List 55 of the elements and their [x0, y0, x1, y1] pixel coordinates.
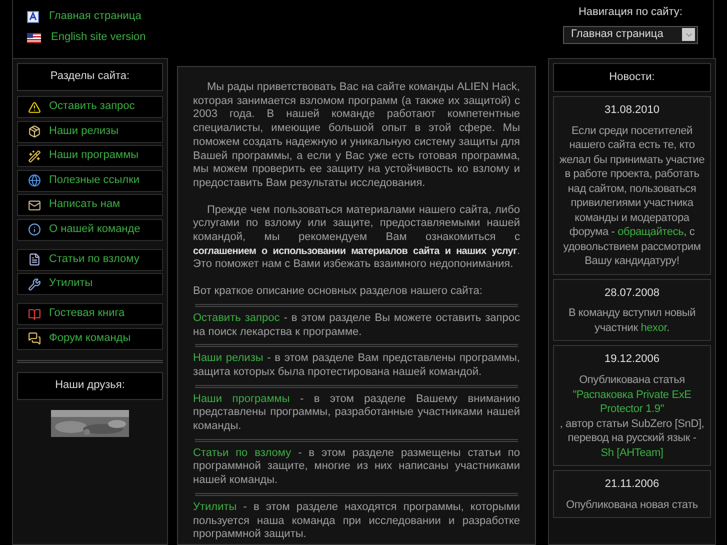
section-description: Оставить запрос - в этом разделе Вы можете оставить запрос на поиск лекарства к программе.: [193, 312, 520, 340]
top-link[interactable]: Главная страница: [49, 10, 142, 24]
section-description: Наши программы - в этом разделе Вашему вниманию представлены программы, разработанные участниками нашей команды.: [193, 392, 520, 434]
overview-text: Вот краткое описание основных разделов нашего сайта:: [193, 285, 484, 299]
news-date: 21.11.2006: [604, 478, 660, 492]
menu-item[interactable]: Утилиты: [17, 273, 163, 295]
menu-item[interactable]: Гостевая книга: [17, 303, 163, 325]
menu-item[interactable]: Статьи по взлому: [17, 248, 163, 270]
wand-icon: [28, 150, 41, 162]
news-date: 31.08.2010: [604, 104, 660, 118]
menu-item[interactable]: Форум команды: [17, 328, 163, 350]
book-icon: [28, 308, 41, 320]
globe-icon: [28, 174, 41, 187]
document-icon: [28, 253, 41, 266]
wrench-icon: [28, 278, 41, 290]
section-link[interactable]: Наши программы: [193, 392, 290, 405]
navigation-select[interactable]: Главная страница: [563, 26, 698, 44]
news-text: Опубликована новая стать: [566, 498, 698, 512]
section-description: Утилиты - в этом разделе находятся программы, которыми пользуется наша команда при исследовании и разработке программной защиты.: [193, 500, 520, 542]
section-header: Разделы сайта:: [17, 63, 163, 91]
menu-item[interactable]: Наши релизы: [17, 120, 163, 142]
text-link[interactable]: обращайтесь: [618, 226, 684, 238]
navigation-label: Навигация по сайту:: [578, 6, 682, 20]
intro-paragraph: Мы рады приветствовать Вас на сайте команды ALIEN Hack, которая занимается взломом программ (а также их защитой) с 2003 года. В нашей команде работают компетентные специалисты, имеющие большой опыт в этой сфере. Мы поможем создать надежную и уникальную систему защиты для Вашей программы, а если у Вас уже есть готовая программа, мы можем проверить ее защиту на устойчивость ко взлому и предоставить Вам результаты исследования.: [193, 81, 520, 191]
news-header: Новости:: [553, 63, 711, 92]
flag-icon: [27, 32, 41, 43]
top-link[interactable]: English site version: [51, 30, 146, 44]
section-link[interactable]: Оставить запрос: [193, 312, 280, 324]
package-icon: [28, 125, 41, 138]
news-text: В команду вступил новый участник hexor.: [567, 306, 697, 336]
section-link[interactable]: Наши релизы: [193, 352, 264, 364]
text-link[interactable]: hexor: [640, 322, 667, 334]
news-text: Опубликована статья "Распаковка Private ExE Protector 1.9" , автор статьи SubZero [SnD], перевод на русский язык - Sh [AHTeam]: [557, 373, 707, 460]
text-link[interactable]: "Распаковка Private ExE Protector 1.9": [557, 388, 707, 417]
text-link[interactable]: Sh [AHTeam]: [600, 446, 664, 459]
letter-page-icon: [27, 10, 39, 23]
news-text: Если среди посетителей нашего сайта есть те, кто желал бы принимать участие в работе проекта, работать над сайтом, пользоваться привилегиями участника команды и модератора форума - обращайтесь, с удовольствием рассмотрим Вашу кандидатуру!: [558, 124, 706, 269]
section-link[interactable]: Утилиты: [193, 500, 237, 513]
menu-item[interactable]: О нашей команде: [17, 218, 163, 240]
section-link[interactable]: Статьи по взлому: [193, 446, 292, 459]
menu-item[interactable]: Наши программы: [17, 145, 163, 167]
info-icon: [28, 223, 41, 236]
menu-item[interactable]: Полезные ссылки: [17, 170, 163, 192]
text-link[interactable]: соглашением о использовании материалов сайта и наших услуг: [193, 246, 517, 257]
intro-paragraph: Прежде чем пользоваться материалами нашего сайта, либо услугами по взлому или защите, предоставляемыми нашей командой, мы рекомендуем Вам ознакомиться с соглашением о использовании материалов сайта и наших услуг. Это поможет нам с Вами избежать взаимного недопонимания.: [193, 204, 520, 272]
section-header: Наши друзья:: [17, 372, 163, 400]
section-description: Наши релизы - в этом разделе Вам представлены программы, защита которых была протестирована нашей командой.: [193, 352, 520, 380]
warning-icon: [28, 100, 41, 114]
section-description: Статьи по взлому - в этом разделе размещены статьи по программной защите, многие из них написаны участниками нашей команды.: [193, 446, 520, 488]
news-date: 28.07.2008: [604, 286, 660, 300]
menu-item[interactable]: Написать нам: [17, 194, 163, 216]
mail-icon: [28, 198, 41, 212]
menu-item[interactable]: Оставить запрос: [17, 96, 163, 118]
news-date: 19.12.2006: [604, 353, 660, 368]
chat-icon: [28, 332, 41, 345]
